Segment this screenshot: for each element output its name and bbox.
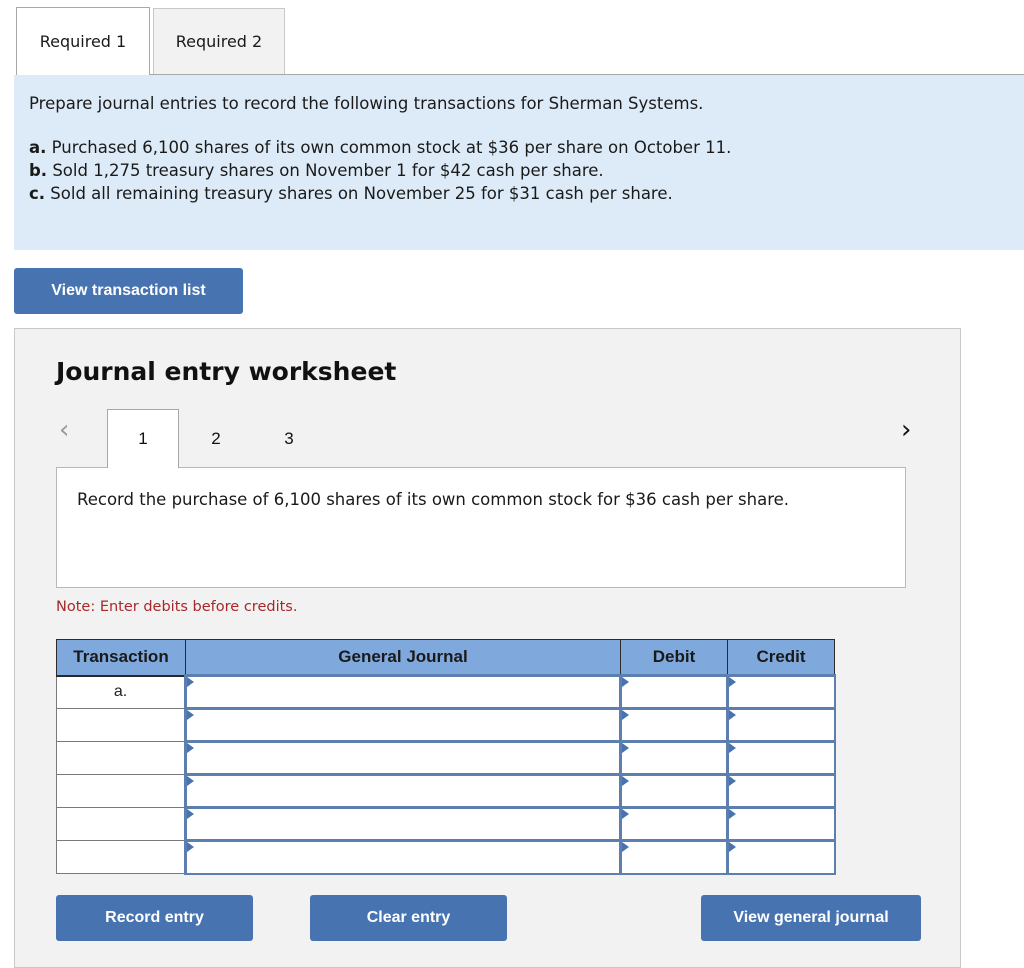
journal-row: a. [56, 674, 836, 710]
instructions-intro: Prepare journal entries to record the fo… [29, 94, 704, 113]
header-credit: Credit [727, 639, 835, 677]
credit-input[interactable] [729, 776, 834, 806]
journal-row [56, 839, 836, 875]
journal-row [56, 806, 836, 842]
credit-cell [726, 674, 836, 710]
account-cell [184, 773, 622, 809]
debit-input[interactable] [622, 809, 726, 839]
debit-cell [619, 674, 729, 710]
record-entry-button[interactable]: Record entry [56, 895, 253, 941]
debit-input[interactable] [622, 842, 726, 873]
debit-input[interactable] [622, 677, 726, 707]
transaction-cell [56, 708, 187, 742]
account-cell [184, 707, 622, 743]
debit-cell [619, 806, 729, 842]
account-select[interactable] [187, 710, 619, 740]
view-general-journal-button[interactable]: View general journal [701, 895, 921, 941]
transaction-cell [56, 741, 187, 775]
transaction-cell: a. [56, 675, 187, 709]
credit-input[interactable] [729, 743, 834, 773]
instructions-panel: Prepare journal entries to record the fo… [14, 75, 1024, 250]
credit-cell [726, 707, 836, 743]
instruction-item-b: b. Sold 1,275 treasury shares on Novembe… [29, 161, 604, 180]
journal-entry-worksheet: Journal entry worksheet ‹ 1 2 3 › Record… [14, 328, 961, 968]
account-cell [184, 674, 622, 710]
tab-required-1[interactable]: Required 1 [16, 7, 150, 75]
journal-table: Transaction General Journal Debit Credit… [56, 639, 836, 875]
credit-input[interactable] [729, 842, 834, 873]
account-cell [184, 839, 622, 875]
credit-input[interactable] [729, 677, 834, 707]
tab-required-2[interactable]: Required 2 [153, 8, 285, 74]
account-select[interactable] [187, 809, 619, 839]
header-general-journal: General Journal [185, 639, 621, 677]
entry-prompt: Record the purchase of 6,100 shares of i… [56, 467, 906, 588]
credit-input[interactable] [729, 710, 834, 740]
account-cell [184, 806, 622, 842]
debit-input[interactable] [622, 776, 726, 806]
account-select[interactable] [187, 776, 619, 806]
journal-row [56, 707, 836, 743]
account-cell [184, 740, 622, 776]
header-debit: Debit [620, 639, 728, 677]
transaction-cell [56, 807, 187, 841]
debit-cell [619, 773, 729, 809]
page-tab-2[interactable]: 2 [179, 409, 253, 468]
credit-input[interactable] [729, 809, 834, 839]
page-tab-3[interactable]: 3 [251, 409, 327, 468]
transaction-cell [56, 840, 187, 874]
journal-header-row: Transaction General Journal Debit Credit [56, 639, 835, 677]
journal-row [56, 740, 836, 776]
credit-cell [726, 839, 836, 875]
chevron-right-icon[interactable]: › [901, 415, 911, 445]
entry-note: Note: Enter debits before credits. [56, 599, 298, 615]
instruction-item-a: a. Purchased 6,100 shares of its own com… [29, 138, 732, 157]
header-transaction: Transaction [56, 639, 186, 677]
debit-input[interactable] [622, 710, 726, 740]
instruction-item-c: c. Sold all remaining treasury shares on… [29, 184, 673, 203]
account-select[interactable] [187, 677, 619, 707]
clear-entry-button[interactable]: Clear entry [310, 895, 507, 941]
journal-row [56, 773, 836, 809]
debit-cell [619, 740, 729, 776]
debit-cell [619, 707, 729, 743]
credit-cell [726, 773, 836, 809]
debit-cell [619, 839, 729, 875]
view-transaction-list-button[interactable]: View transaction list [14, 268, 243, 314]
worksheet-title: Journal entry worksheet [56, 357, 397, 386]
requirement-tabs: Required 1 Required 2 [16, 7, 285, 75]
chevron-left-icon[interactable]: ‹ [59, 415, 69, 445]
account-select[interactable] [187, 842, 619, 873]
account-select[interactable] [187, 743, 619, 773]
transaction-cell [56, 774, 187, 808]
credit-cell [726, 806, 836, 842]
page-tab-1[interactable]: 1 [107, 409, 179, 468]
credit-cell [726, 740, 836, 776]
debit-input[interactable] [622, 743, 726, 773]
entry-page-tabs: 1 2 3 [107, 409, 327, 468]
